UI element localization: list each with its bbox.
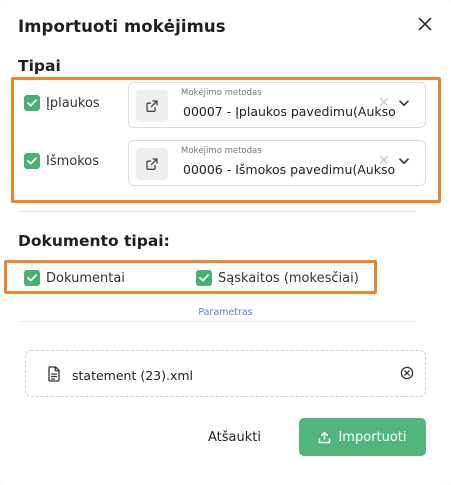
types-section-title: Tipai [18, 57, 61, 75]
cancel-button[interactable]: Atšaukti [200, 421, 269, 453]
checkbox-iplaukos[interactable]: Įplaukos [24, 95, 100, 111]
method-value: 00007 - Įplaukos pavedimu(Aukso [183, 104, 396, 119]
dialog-title: Importuoti mokėjimus [18, 17, 226, 36]
checkbox-label: Įplaukos [46, 95, 100, 111]
checkbox-checked-icon [24, 95, 40, 111]
checkbox-ismokos[interactable]: Išmokos [24, 153, 99, 169]
payment-method-select-ismokos[interactable]: Mokėjimo metodas 00006 - Išmokos pavedim… [128, 140, 426, 186]
clear-selection-icon[interactable]: ✕ [378, 153, 390, 169]
close-button[interactable] [414, 13, 436, 35]
divider [18, 211, 416, 212]
upload-icon [319, 431, 331, 443]
parameters-link[interactable]: Parametras [0, 307, 451, 318]
remove-file-icon[interactable] [400, 366, 414, 380]
method-value: 00006 - Išmokos pavedimu(Aukso [183, 162, 396, 177]
import-payments-dialog: Importuoti mokėjimus Tipai Įplaukos Mokė… [0, 0, 451, 485]
checkbox-label: Sąskaitos (mokesčiai) [218, 270, 359, 286]
method-caption: Mokėjimo metodas [181, 146, 262, 156]
chevron-down-icon[interactable] [399, 158, 409, 165]
open-method-button[interactable] [136, 90, 168, 122]
open-method-button[interactable] [136, 148, 168, 180]
checkbox-checked-icon [196, 270, 212, 286]
checkbox-saskaitos[interactable]: Sąskaitos (mokesčiai) [196, 270, 359, 286]
close-icon [418, 17, 432, 31]
file-document-icon [48, 366, 60, 382]
method-caption: Mokėjimo metodas [181, 88, 262, 98]
clear-selection-icon[interactable]: ✕ [378, 95, 390, 111]
checkbox-label: Išmokos [46, 153, 100, 169]
import-button-label: Importuoti [338, 429, 407, 445]
checkbox-label: Dokumentai [46, 270, 125, 286]
import-button[interactable]: Importuoti [299, 418, 426, 456]
external-link-icon [146, 100, 158, 112]
file-name: statement (23).xml [72, 368, 194, 383]
file-upload-area[interactable]: statement (23).xml [25, 350, 426, 397]
document-types-title: Dokumento tipai: [18, 232, 170, 250]
checkbox-dokumentai[interactable]: Dokumentai [24, 270, 125, 286]
payment-method-select-iplaukos[interactable]: Mokėjimo metodas 00007 - Įplaukos pavedi… [128, 82, 426, 128]
checkbox-checked-icon [24, 270, 40, 286]
chevron-down-icon[interactable] [399, 100, 409, 107]
external-link-icon [146, 158, 158, 170]
divider [18, 321, 416, 322]
checkbox-checked-icon [24, 153, 40, 169]
